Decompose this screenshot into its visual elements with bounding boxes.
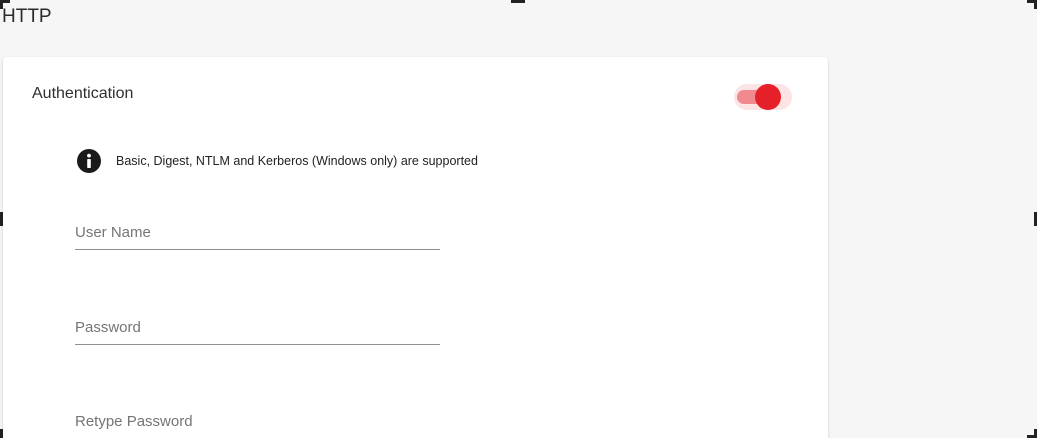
authentication-card: Authentication Basic, Digest, NTLM and K…	[3, 57, 828, 438]
username-input[interactable]	[75, 219, 440, 245]
username-field	[75, 219, 440, 250]
password-field	[75, 314, 440, 345]
auth-info-text: Basic, Digest, NTLM and Kerberos (Window…	[116, 154, 478, 168]
retype-password-field	[75, 408, 440, 438]
page: HTTP Authentication Basic, Digest, NTLM …	[0, 0, 1037, 438]
retype-password-input[interactable]	[75, 408, 440, 434]
authentication-toggle[interactable]	[734, 84, 792, 110]
section-title: HTTP	[2, 6, 52, 27]
resize-handle-top[interactable]	[511, 0, 525, 3]
auth-info-note: Basic, Digest, NTLM and Kerberos (Window…	[77, 149, 478, 173]
password-input[interactable]	[75, 314, 440, 340]
authentication-title: Authentication	[32, 85, 134, 102]
info-icon	[77, 149, 101, 173]
toggle-knob	[755, 84, 781, 110]
